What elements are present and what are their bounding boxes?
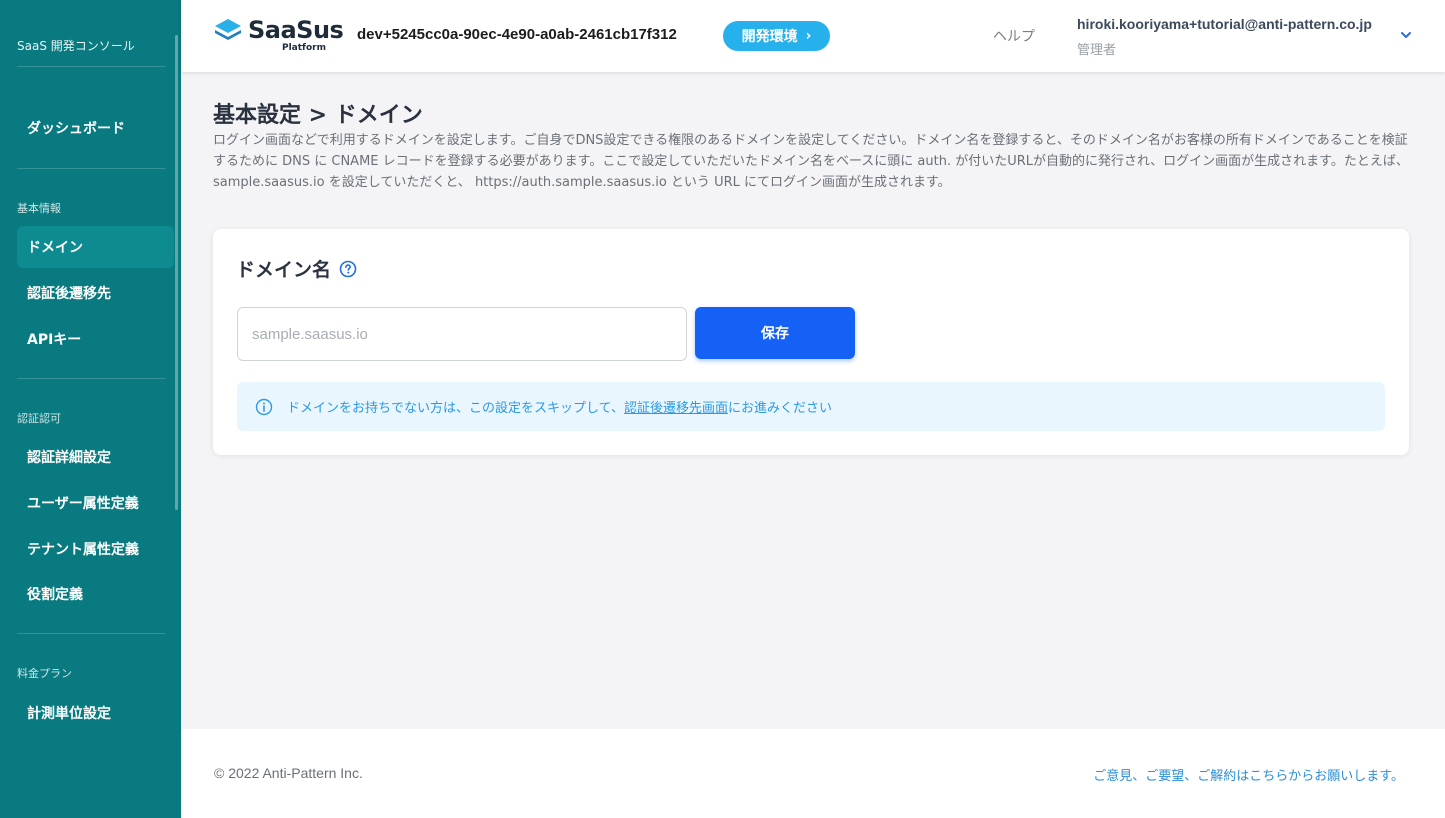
card-title: ドメイン名	[236, 259, 332, 281]
domain-input[interactable]	[237, 307, 687, 361]
footer-copyright: © 2022 Anti-Pattern Inc.	[214, 765, 363, 781]
console-title: SaaS 開発コンソール	[17, 39, 135, 53]
sidebar-divider	[17, 633, 165, 634]
page-title: 基本設定 > ドメイン	[213, 103, 423, 128]
logo-subtext: Platform	[282, 43, 326, 53]
info-text-before: ドメインをお持ちでない方は、この設定をスキップして、	[287, 401, 624, 416]
sidebar-item-tenant-attributes[interactable]: テナント属性定義	[17, 528, 174, 570]
feedback-link[interactable]: ご意見、ご要望、ご解約はこちらからお願いします。	[1093, 765, 1404, 784]
domain-card: ドメイン名 保存 ドメインをお持ちでない方は、この設定をスキップして、 認証後遷…	[213, 229, 1409, 455]
info-text-after: にお進みください	[727, 401, 832, 416]
info-icon	[255, 398, 273, 415]
environment-id: dev+5245cc0a-90ec-4e90-a0ab-2461cb17f312	[357, 26, 677, 43]
sidebar-divider	[17, 168, 165, 169]
footer: © 2022 Anti-Pattern Inc. ご意見、ご要望、ご解約はこちら…	[181, 729, 1445, 818]
sidebar-item-roles[interactable]: 役割定義	[17, 573, 174, 615]
card-title-row: ドメイン名	[236, 255, 357, 282]
logo-mark-icon	[215, 19, 241, 40]
sidebar-scrollbar[interactable]	[175, 35, 178, 510]
save-button[interactable]: 保存	[695, 307, 855, 359]
environment-badge-label: 開発環境	[741, 29, 798, 45]
sidebar-divider	[17, 378, 165, 379]
question-circle-icon[interactable]	[339, 260, 357, 278]
sidebar-item-apikey[interactable]: APIキー	[17, 318, 174, 360]
chevron-right-icon: ›	[805, 28, 812, 44]
sidebar-item-user-attributes[interactable]: ユーザー属性定義	[17, 482, 174, 524]
user-email[interactable]: hiroki.kooriyama+tutorial@anti-pattern.c…	[1077, 16, 1372, 32]
sidebar-item-auth-detail[interactable]: 認証詳細設定	[17, 436, 174, 478]
sidebar-item-dashboard[interactable]: ダッシュボード	[17, 107, 174, 149]
section-label-pricing: 料金プラン	[17, 667, 72, 680]
sidebar-item-domain[interactable]: ドメイン	[17, 226, 174, 268]
redirect-settings-link[interactable]: 認証後遷移先画面	[624, 397, 728, 416]
sidebar-divider	[17, 66, 165, 67]
section-label-basic: 基本情報	[17, 202, 61, 215]
page-description: ログイン画面などで利用するドメインを設定します。ご自身でDNS設定できる権限のあ…	[213, 133, 1409, 190]
sidebar-item-redirect[interactable]: 認証後遷移先	[17, 272, 174, 314]
section-label-auth: 認証認可	[17, 412, 61, 425]
sidebar-item-metering[interactable]: 計測単位設定	[17, 692, 174, 734]
info-box: ドメインをお持ちでない方は、この設定をスキップして、 認証後遷移先画面 にお進み…	[237, 382, 1385, 431]
top-header: SaaSus Platform dev+5245cc0a-90ec-4e90-a…	[181, 0, 1445, 72]
environment-badge[interactable]: 開発環境 ›	[723, 21, 830, 51]
saasus-logo[interactable]: SaaSus Platform	[213, 16, 344, 53]
user-role: 管理者	[1077, 43, 1117, 58]
help-link[interactable]: ヘルプ	[993, 26, 1035, 46]
sidebar: SaaS 開発コンソール ダッシュボード 基本情報 ドメイン 認証後遷移先 AP…	[0, 0, 181, 818]
logo-text: SaaSus	[248, 16, 344, 44]
chevron-down-icon[interactable]	[1398, 27, 1414, 43]
